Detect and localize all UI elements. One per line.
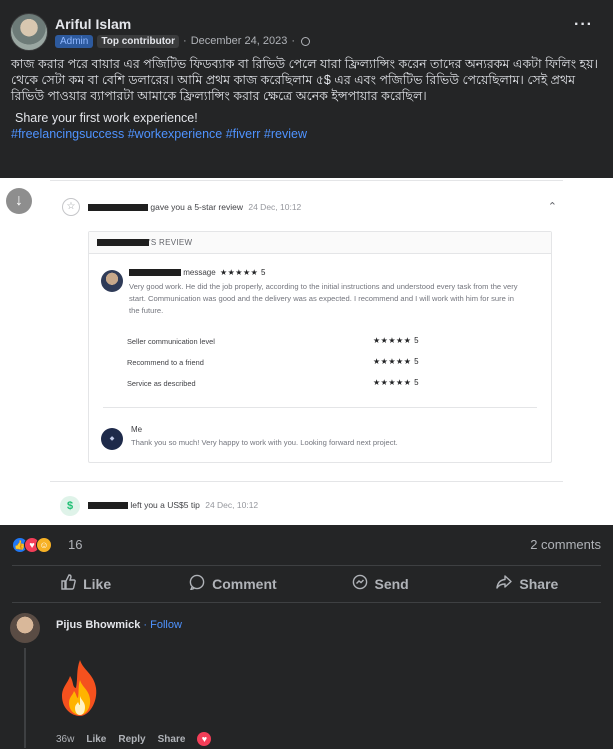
review-date: 24 Dec, 10:12 — [248, 202, 302, 212]
seller-name: Me — [131, 425, 143, 434]
post-text-bangla: কাজ করার পরে বায়ার এর পজিটিভ ফিডব্যাক ব… — [11, 57, 598, 103]
comment-icon — [189, 574, 205, 594]
post-body: কাজ করার পরে বায়ার এর পজিটিভ ফিডব্যাক ব… — [11, 56, 603, 142]
buyer-message-label: message — [183, 268, 216, 277]
comment-button[interactable]: Comment — [159, 566, 306, 602]
meta-separator: · — [183, 35, 187, 47]
comments-count[interactable]: 2 comments — [530, 537, 601, 552]
thumbs-up-icon — [60, 574, 76, 594]
redacted-username — [129, 269, 181, 277]
post-image[interactable]: ↓ ☆ gave you a 5-star review 24 Dec, 10:… — [0, 178, 613, 525]
buyer-avatar — [101, 270, 123, 292]
review-text: Very good work. He did the job properly,… — [129, 282, 518, 315]
top-contributor-badge: Top contributor — [97, 34, 180, 48]
fire-emoji-icon — [62, 660, 97, 716]
reactions-bar: 👍 ♥ ☺ 16 2 comments — [0, 525, 613, 565]
author-avatar[interactable] — [10, 13, 48, 51]
review-notification: gave you a 5-star review 24 Dec, 10:12 — [88, 202, 301, 212]
meta-separator: · — [291, 35, 296, 47]
author-name[interactable]: Ariful Islam — [55, 16, 131, 32]
rating-label: Recommend to a friend — [127, 358, 204, 367]
tip-text: left you a US$5 tip — [130, 500, 200, 510]
rating-row: Recommend to a friend ★★★★★ 5 — [127, 357, 447, 367]
commenter-name-text[interactable]: Pijus Bhowmick — [56, 619, 140, 631]
comment-like-button[interactable]: Like — [86, 734, 106, 745]
commenter-avatar[interactable] — [10, 613, 40, 643]
review-card: 'S REVIEW message ★★★★★ 5 Very good work… — [88, 231, 552, 463]
seller-reply: Thank you so much! Very happy to work wi… — [131, 438, 398, 447]
post-hashtags[interactable]: #freelancingsuccess #workexperience #fiv… — [11, 126, 603, 142]
divider — [103, 407, 537, 408]
tip-notification: left you a US$5 tip 24 Dec, 10:12 — [88, 500, 258, 510]
redacted-username — [97, 239, 149, 247]
messenger-icon — [352, 574, 368, 594]
comment-label: Comment — [212, 576, 277, 592]
rating-label: Service as described — [127, 379, 196, 388]
commenter-name: Pijus Bhowmick · Follow — [56, 619, 182, 631]
arrow-down-icon: ↓ — [6, 188, 32, 214]
like-label: Like — [83, 576, 112, 592]
admin-badge: Admin — [55, 34, 94, 48]
rating-row: Seller communication level ★★★★★ 5 — [127, 336, 447, 346]
heart-reaction-icon[interactable]: ♥ — [197, 732, 212, 746]
comment-share-button[interactable]: Share — [158, 734, 186, 745]
redacted-username — [88, 204, 148, 212]
share-icon — [496, 574, 513, 594]
globe-icon — [301, 36, 311, 46]
dollar-icon: $ — [60, 496, 80, 516]
like-button[interactable]: Like — [12, 566, 159, 602]
more-options-button[interactable]: ··· — [574, 16, 593, 34]
redacted-username — [88, 502, 128, 510]
rating-label: Seller communication level — [127, 337, 215, 346]
send-label: Send — [374, 576, 409, 592]
chevron-up-icon: ⌃ — [547, 201, 557, 213]
divider — [50, 481, 563, 482]
send-button[interactable]: Send — [307, 566, 454, 602]
review-card-title: 'S REVIEW — [89, 232, 551, 254]
review-header-text: gave you a 5-star review — [150, 202, 243, 212]
rating-stars: ★★★★★ 5 — [373, 336, 420, 345]
rating-stars: ★★★★★ 5 — [373, 378, 420, 387]
comment-time[interactable]: 36w — [56, 734, 74, 745]
star-icon: ☆ — [62, 198, 80, 216]
post-meta: Admin Top contributor · December 24, 202… — [55, 33, 311, 49]
reaction-icons[interactable]: 👍 ♥ ☺ — [12, 537, 52, 553]
divider — [50, 180, 563, 181]
seller-avatar: ◆ — [101, 428, 123, 450]
share-label: Share — [519, 576, 559, 592]
share-button[interactable]: Share — [454, 566, 601, 602]
rating-stars: ★★★★★ 5 — [373, 357, 420, 366]
tip-date: 24 Dec, 10:12 — [205, 500, 259, 510]
post-actions: Like Comment Send Share — [12, 565, 601, 603]
post-date[interactable]: December 24, 2023 — [191, 35, 288, 47]
buyer-line: message ★★★★★ 5 — [129, 268, 266, 277]
post-header: Ariful Islam Admin Top contributor · Dec… — [0, 0, 613, 178]
follow-link[interactable]: · Follow — [143, 619, 182, 631]
comment-reply-button[interactable]: Reply — [118, 734, 145, 745]
buyer-stars: ★★★★★ 5 — [219, 268, 266, 277]
care-reaction-icon: ☺ — [36, 537, 52, 553]
post-text-english: Share your first work experience! — [15, 111, 198, 125]
reaction-count[interactable]: 16 — [68, 537, 82, 552]
thread-line — [24, 648, 26, 748]
rating-row: Service as described ★★★★★ 5 — [127, 378, 447, 388]
comment-meta: 36w Like Reply Share ♥ — [56, 732, 212, 746]
